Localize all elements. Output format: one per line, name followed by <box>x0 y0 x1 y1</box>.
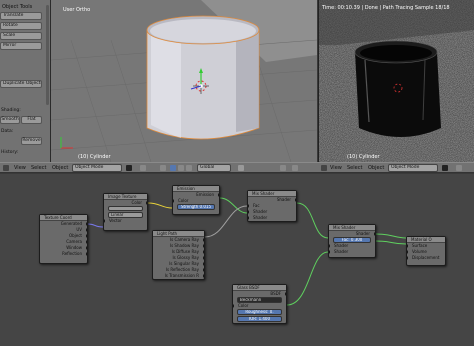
socket-dot[interactable] <box>203 268 204 272</box>
node-mix-shader-2[interactable]: Mix Shader Shader Fac: 0.300 Shader Shad… <box>328 224 376 258</box>
render-view-header: View Select Object Object Mode <box>318 162 474 173</box>
socket-dot[interactable] <box>295 198 296 202</box>
render-editor-type-icon[interactable] <box>321 165 327 171</box>
3d-viewport[interactable] <box>51 0 317 162</box>
render-status-text: Time: 00:10.39 | Done | Path Tracing Sam… <box>322 5 450 11</box>
socket-dot[interactable] <box>285 292 286 296</box>
rendered-viewport[interactable] <box>318 0 474 162</box>
render-menu-view[interactable]: View <box>330 165 342 171</box>
remove-button[interactable]: Remove <box>21 137 42 145</box>
tool-shelf: Object Tools Translate Rotate Scale Mirr… <box>0 0 51 162</box>
socket-dot[interactable] <box>407 244 408 248</box>
scale-manipulator-icon[interactable] <box>186 165 192 171</box>
socket-dot[interactable] <box>248 204 249 208</box>
editor-type-icon[interactable] <box>3 165 9 171</box>
socket-shader-in-2[interactable]: Shader <box>248 215 296 221</box>
rotate-manipulator-icon[interactable] <box>178 165 184 171</box>
node-material-output[interactable]: Material O Surface Volume Displacement <box>406 236 446 266</box>
translate-button[interactable]: Translate <box>0 12 42 20</box>
socket-dot[interactable] <box>86 228 87 232</box>
render-object-label: (10) Cylinder <box>347 154 380 160</box>
socket-dot[interactable] <box>146 201 147 205</box>
roughness-field[interactable]: Roughness: 0. <box>237 309 282 315</box>
node-texture-coord[interactable]: Texture Coord Generated UV Object Camera… <box>39 214 88 264</box>
render-menu-object[interactable]: Object <box>368 165 384 171</box>
socket-dot[interactable] <box>86 234 87 238</box>
render-shading-icon[interactable] <box>442 165 448 171</box>
node-mix-shader-1[interactable]: Mix Shader Shader Fac Shader Shader <box>247 190 297 222</box>
flat-button[interactable]: Flat <box>21 116 42 124</box>
orientation-dropdown[interactable]: Global <box>197 164 231 172</box>
history-label: History: <box>1 150 19 155</box>
render-pivot-icon[interactable] <box>456 165 462 171</box>
shading-label: Shading: <box>1 108 21 113</box>
smooth-button[interactable]: Smooth <box>0 116 20 124</box>
node-glass-bsdf[interactable]: Glass BSDF BSDF Beckmann Color Roughness… <box>232 284 287 324</box>
socket-dot[interactable] <box>248 210 249 214</box>
socket-dot[interactable] <box>86 246 87 250</box>
viewport-scene <box>51 0 317 162</box>
3d-view-header: View Select Object Object Mode Global <box>0 162 318 173</box>
socket-dot[interactable] <box>329 244 330 248</box>
socket-dot[interactable] <box>203 238 204 242</box>
socket-color-out[interactable]: Color <box>104 200 147 206</box>
image-preview[interactable] <box>108 206 143 211</box>
layers-icon[interactable] <box>238 165 244 171</box>
socket-shader-out[interactable]: Shader <box>329 231 375 237</box>
socket-dot[interactable] <box>248 216 249 220</box>
translate-manipulator-icon[interactable] <box>170 165 176 171</box>
socket-dot[interactable] <box>233 304 234 308</box>
socket-dot[interactable] <box>86 252 87 256</box>
node-emission[interactable]: Emission Emission Color Strength 0.015 <box>172 185 220 215</box>
tool-shelf-scrollbar[interactable] <box>46 5 49 105</box>
node-editor[interactable]: Texture Coord Generated UV Object Camera… <box>0 174 474 346</box>
viewport-object-label: (10) Cylinder <box>78 154 111 160</box>
menu-select[interactable]: Select <box>31 165 46 171</box>
tool-shelf-title: Object Tools <box>2 4 33 10</box>
menu-object[interactable]: Object <box>52 165 68 171</box>
socket-dot[interactable] <box>173 199 174 203</box>
pivot-icon[interactable] <box>140 165 146 171</box>
data-label: Data: <box>1 129 14 134</box>
snap-icon[interactable] <box>292 165 298 171</box>
mode-dropdown[interactable]: Object Mode <box>72 164 122 172</box>
socket-color-in[interactable]: Color <box>173 198 219 204</box>
socket-shader-in-2[interactable]: Shader <box>329 249 375 255</box>
render-mode-dropdown[interactable]: Object Mode <box>388 164 438 172</box>
socket-dot[interactable] <box>407 250 408 254</box>
shading-mode-icon[interactable] <box>126 165 132 171</box>
socket-displacement-in[interactable]: Displacement <box>407 255 445 261</box>
socket-is-transmission-ray[interactable]: Is Transmission R <box>153 273 204 279</box>
view-name-label: User Ortho <box>63 7 91 13</box>
socket-dot[interactable] <box>203 274 204 278</box>
socket-color-in[interactable]: Color <box>233 303 286 309</box>
socket-dot[interactable] <box>203 244 204 248</box>
socket-bsdf-out[interactable]: BSDF <box>233 291 286 297</box>
socket-dot[interactable] <box>203 262 204 266</box>
mirror-button[interactable]: Mirror <box>0 42 42 50</box>
socket-reflection[interactable]: Reflection <box>40 251 87 257</box>
rotate-button[interactable]: Rotate <box>0 22 42 30</box>
node-image-texture[interactable]: Image Texture Color Linear Vector <box>103 193 148 231</box>
socket-dot[interactable] <box>104 219 105 223</box>
render-menu-select[interactable]: Select <box>347 165 362 171</box>
render-preview <box>319 0 474 162</box>
menu-view[interactable]: View <box>14 165 26 171</box>
node-light-path[interactable]: Light Path Is Camera Ray Is Shadow Ray I… <box>152 230 205 280</box>
strength-field[interactable]: Strength 0.015 <box>177 204 215 210</box>
manipulator-icon[interactable] <box>160 165 166 171</box>
socket-dot[interactable] <box>86 222 87 226</box>
proportional-edit-icon[interactable] <box>280 165 286 171</box>
socket-dot[interactable] <box>407 256 408 260</box>
socket-dot[interactable] <box>329 250 330 254</box>
socket-dot[interactable] <box>374 232 375 236</box>
socket-vector-in[interactable]: Vector <box>104 218 147 224</box>
socket-dot[interactable] <box>86 240 87 244</box>
socket-dot[interactable] <box>203 256 204 260</box>
duplicate-objects-button[interactable]: Duplicate Objects <box>0 80 42 88</box>
scale-button[interactable]: Scale <box>0 32 42 40</box>
socket-dot[interactable] <box>218 193 219 197</box>
ior-field[interactable]: IOR: 1.400 <box>237 316 282 322</box>
socket-dot[interactable] <box>203 250 204 254</box>
